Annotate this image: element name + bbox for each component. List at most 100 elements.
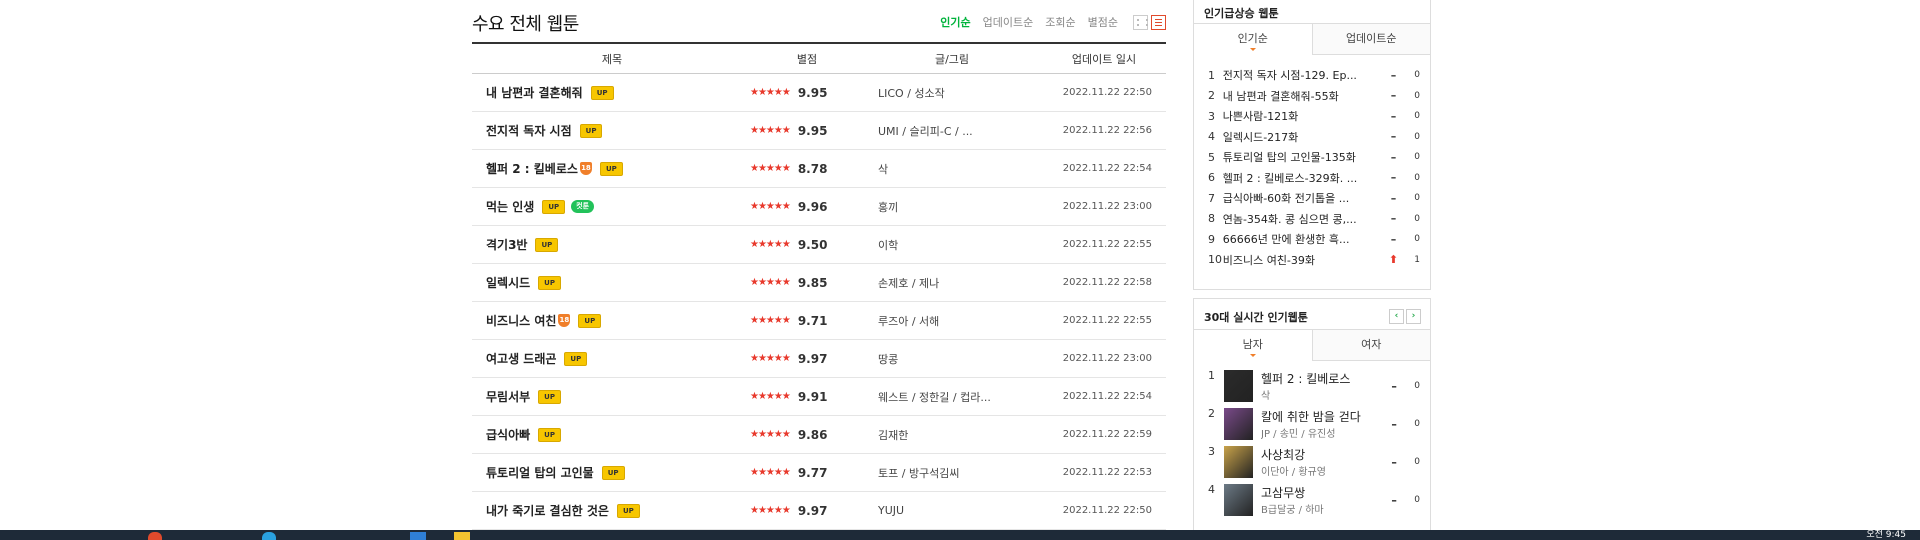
list-item[interactable]: 3 나쁜사람-121화 – 0 [1208, 106, 1420, 127]
rank-episode-link[interactable]: 급식아빠-60화 전기톱을 ... [1223, 190, 1385, 206]
star-rating-icon: ★★★★★ [750, 163, 791, 174]
sort-rating[interactable]: 별점순 [1088, 14, 1118, 30]
webtoon-thumbnail[interactable] [1224, 370, 1254, 402]
next-arrow-icon[interactable]: › [1406, 309, 1421, 324]
row-title-cell: 내가 죽기로 결심한 것은 UP [472, 502, 742, 519]
rank-episode-link[interactable]: 일렉시드-217화 [1223, 129, 1385, 145]
rank-episode-link[interactable]: 전지적 독자 시점-129. Ep... [1223, 67, 1385, 83]
list-item[interactable]: 7 급식아빠-60화 전기톱을 ... – 0 [1208, 188, 1420, 209]
row-rating-cell: ★★★★★ 9.91 [742, 390, 862, 404]
table-row[interactable]: 먹는 인생 UP 컷툰 ★★★★★ 9.96 홍끼 2022.11.22 23:00 [472, 188, 1166, 226]
rank-same-icon: – [1390, 89, 1397, 103]
rank-episode-link[interactable]: 66666년 만에 환생한 흑... [1223, 231, 1385, 247]
sort-popular[interactable]: 인기순 [940, 14, 970, 30]
rating-score: 9.95 [797, 85, 828, 100]
webtoon-author: B급달궁 / 하마 [1261, 505, 1324, 516]
up-badge: UP [579, 123, 603, 138]
rank-episode-link[interactable]: 연놈-354화. 콩 심으면 콩,... [1223, 211, 1385, 227]
rank-episode-link[interactable]: 튜토리얼 탑의 고인물-135화 [1223, 149, 1385, 165]
webtoon-title-link[interactable]: 일렉시드 [486, 274, 530, 291]
row-rating-cell: ★★★★★ 9.86 [742, 428, 862, 442]
webtoon-info: 칼에 취한 밤을 걷다 JP / 송민 / 유진성 [1261, 408, 1386, 440]
rating-score: 9.77 [797, 465, 828, 480]
row-update-date: 2022.11.22 23:00 [1062, 353, 1152, 364]
browser-taskbar-icon[interactable] [148, 532, 162, 540]
list-item[interactable]: 2 칼에 취한 밤을 걷다 JP / 송민 / 유진성 – 0 [1208, 405, 1420, 443]
list-item[interactable]: 5 튜토리얼 탑의 고인물-135화 – 0 [1208, 147, 1420, 168]
rank-change-count: 0 [1414, 131, 1420, 142]
list-item[interactable]: 9 66666년 만에 환생한 흑... – 0 [1208, 229, 1420, 250]
list-item[interactable]: 10 비즈니스 여친-39화 ⬆ 1 [1208, 250, 1420, 271]
table-row[interactable]: 일렉시드 UP ★★★★★ 9.85 손제호 / 제나 2022.11.22 22:58 [472, 264, 1166, 302]
webtoon-info: 헬퍼 2 : 킬베로스 삭 [1261, 370, 1386, 402]
rank-episode-link[interactable]: 내 남편과 결혼해줘-55화 [1223, 88, 1385, 104]
table-row[interactable]: 여고생 드래곤 UP ★★★★★ 9.97 땅콩 2022.11.22 23:00 [472, 340, 1166, 378]
webtoon-title-link[interactable]: 급식아빠 [486, 426, 530, 443]
row-title-cell: 헬퍼 2 : 킬베로스 18 UP [472, 160, 742, 177]
webtoon-title-link[interactable]: 칼에 취한 밤을 걷다 [1261, 408, 1386, 425]
row-rating-cell: ★★★★★ 9.97 [742, 504, 862, 518]
list-item[interactable]: 3 사상최강 이단아 / 황규영 –0 [1208, 443, 1420, 481]
folder-taskbar-icon[interactable] [454, 532, 470, 540]
rank-number: 1 [1208, 369, 1215, 382]
rank-number: 2 [1208, 89, 1215, 103]
list-item[interactable]: 2 내 남편과 결혼해줘-55화 – 0 [1208, 86, 1420, 107]
webtoon-title-link[interactable]: 헬퍼 2 : 킬베로스 [1261, 370, 1386, 387]
grid-view-icon[interactable] [1133, 14, 1148, 30]
webtoon-title-link[interactable]: 격기3반 [486, 236, 527, 253]
webtoon-thumbnail[interactable] [1224, 484, 1254, 516]
webtoon-thumbnail[interactable] [1224, 408, 1254, 440]
list-item[interactable]: 6 헬퍼 2 : 킬베로스-329화. ... – 0 [1208, 168, 1420, 189]
tab-update[interactable]: 업데이트순 [1312, 24, 1430, 55]
webtoon-title-link[interactable]: 먹는 인생 [486, 198, 534, 215]
rank-same-icon: – [1391, 455, 1397, 469]
row-update-date: 2022.11.22 22:50 [1062, 505, 1152, 516]
table-row[interactable]: 내 남편과 결혼해줘 UP ★★★★★ 9.95 LICO / 성소작 2022.11.2… [472, 74, 1166, 112]
app-taskbar-icon[interactable] [262, 532, 276, 540]
list-view-icon[interactable] [1151, 14, 1166, 30]
star-rating-icon: ★★★★★ [750, 505, 791, 516]
webtoon-title-link[interactable]: 튜토리얼 탑의 고인물 [486, 464, 594, 481]
store-taskbar-icon[interactable] [410, 532, 426, 540]
webtoon-title-link[interactable]: 비즈니스 여친 [486, 312, 556, 329]
table-row[interactable]: 격기3반 UP ★★★★★ 9.50 이학 2022.11.22 22:55 [472, 226, 1166, 264]
webtoon-title-link[interactable]: 사상최강 [1261, 446, 1386, 463]
webtoon-title-link[interactable]: 내가 죽기로 결심한 것은 [486, 502, 609, 519]
list-item[interactable]: 4 일렉시드-217화 – 0 [1208, 127, 1420, 148]
rank-change-count: 0 [1414, 90, 1420, 101]
table-row[interactable]: 헬퍼 2 : 킬베로스 18 UP ★★★★★ 8.78 삭 2022.11.22 22:5… [472, 150, 1166, 188]
row-rating-cell: ★★★★★ 9.85 [742, 276, 862, 290]
rank-episode-link[interactable]: 비즈니스 여친-39화 [1223, 252, 1385, 268]
table-row[interactable]: 비즈니스 여친 18 UP ★★★★★ 9.71 루즈아 / 서해 2022.11.22 2… [472, 302, 1166, 340]
table-row[interactable]: 무림서부 UP ★★★★★ 9.91 웨스트 / 정한길 / 컵라... 2022.11.… [472, 378, 1166, 416]
webtoon-thumbnail[interactable] [1224, 446, 1254, 478]
tab-female[interactable]: 여자 [1312, 330, 1430, 361]
rank-change-count: 0 [1414, 172, 1420, 183]
webtoon-title-link[interactable]: 전지적 독자 시점 [486, 122, 572, 139]
webtoon-title-link[interactable]: 여고생 드래곤 [486, 350, 556, 367]
list-item[interactable]: 1 헬퍼 2 : 킬베로스 삭 –0 [1208, 367, 1420, 405]
sort-views[interactable]: 조회순 [1045, 14, 1075, 30]
webtoon-title-link[interactable]: 고삼무쌍 [1261, 484, 1386, 501]
rank-episode-link[interactable]: 나쁜사람-121화 [1223, 108, 1385, 124]
rank-episode-link[interactable]: 헬퍼 2 : 킬베로스-329화. ... [1223, 170, 1385, 186]
tab-popular[interactable]: 인기순 [1194, 24, 1313, 55]
list-item[interactable]: 1 전지적 독자 시점-129. Ep... – 0 [1208, 65, 1420, 86]
webtoon-title-link[interactable]: 무림서부 [486, 388, 530, 405]
rank-change-count: 0 [1414, 213, 1420, 224]
list-item[interactable]: 8 연놈-354화. 콩 심으면 콩,... – 0 [1208, 209, 1420, 230]
up-badge: UP [538, 275, 561, 290]
table-row[interactable]: 전지적 독자 시점 UP ★★★★★ 9.95 UMI / 슬리피-C / ... 202… [472, 112, 1166, 150]
table-row[interactable]: 급식아빠 UP ★★★★★ 9.86 김재한 2022.11.22 22:59 [472, 416, 1166, 454]
rank-number: 5 [1208, 150, 1215, 164]
sort-update[interactable]: 업데이트순 [983, 14, 1034, 30]
prev-arrow-icon[interactable]: ‹ [1389, 309, 1404, 324]
table-row[interactable]: 튜토리얼 탑의 고인물 UP ★★★★★ 9.77 토프 / 방구석김씨 2022.11.… [472, 454, 1166, 492]
row-title-cell: 무림서부 UP [472, 388, 742, 405]
list-item[interactable]: 4 고삼무쌍 B급달궁 / 하마 – 0 [1208, 481, 1420, 519]
rank-change-count: 1 [1414, 254, 1420, 265]
webtoon-title-link[interactable]: 헬퍼 2 : 킬베로스 [486, 160, 578, 177]
webtoon-title-link[interactable]: 내 남편과 결혼해줘 [486, 84, 583, 101]
tab-male[interactable]: 남자 [1194, 330, 1313, 361]
table-row[interactable]: 내가 죽기로 결심한 것은 UP ★★★★★ 9.97 YUJU 2022.11.22 2… [472, 492, 1166, 530]
